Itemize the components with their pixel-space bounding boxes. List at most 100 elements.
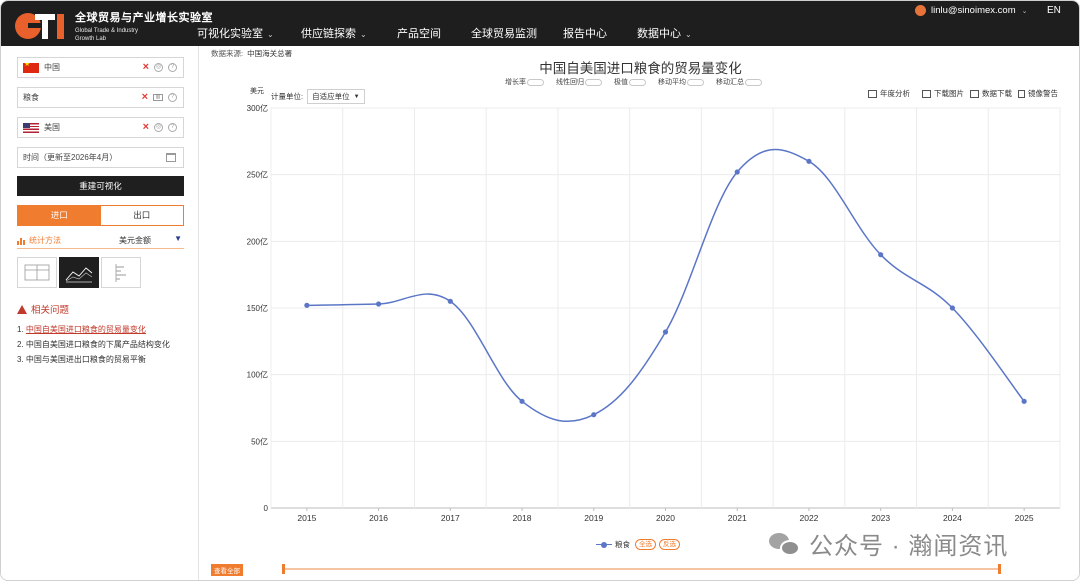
export-tab[interactable]: 出口 bbox=[100, 206, 183, 225]
language-switch[interactable]: EN bbox=[1047, 5, 1061, 16]
related-questions: 相关问题 1. 中国自美国进口粮食的贸易量变化 2. 中国自美国进口粮食的下属产… bbox=[17, 302, 197, 367]
data-point bbox=[806, 158, 812, 164]
x-tick-label: 2021 bbox=[728, 513, 747, 523]
chevron-down-icon: ⌄ bbox=[685, 30, 692, 39]
main-panel: 数据来源: 中国海关总署 中国自美国进口粮食的贸易量变化 增长率 线性回归 极值 … bbox=[200, 46, 1079, 580]
related-title: 相关问题 bbox=[31, 305, 70, 316]
watermark-text: 公众号 · 瀚闻资讯 bbox=[809, 533, 1009, 560]
x-tick-label: 2018 bbox=[513, 513, 532, 523]
help-icon[interactable]: ? bbox=[168, 93, 177, 102]
range-slider-end-handle[interactable] bbox=[998, 564, 1001, 574]
stat-method-label: 统计方法 bbox=[29, 236, 61, 245]
horizontal-bar-icon bbox=[115, 264, 126, 282]
product-code-icon[interactable]: ▥ bbox=[153, 94, 163, 101]
bar-chart-icon bbox=[17, 237, 26, 245]
nav-data-center[interactable]: 数据中心 ⌄ bbox=[637, 25, 692, 41]
data-point bbox=[447, 298, 453, 304]
y-tick-label: 50亿 bbox=[251, 436, 268, 446]
data-point bbox=[519, 398, 525, 404]
y-tick-label: 150亿 bbox=[247, 303, 268, 313]
user-menu[interactable]: linlu@sinoimex.com ⌄ bbox=[915, 5, 1028, 16]
nav-product-space[interactable]: 产品空间 bbox=[397, 25, 441, 41]
x-tick-label: 2022 bbox=[799, 513, 818, 523]
product-field[interactable]: 粮食 × ▥ ? bbox=[17, 87, 184, 108]
x-tick-label: 2020 bbox=[656, 513, 675, 523]
time-field[interactable]: 时间（更新至2026年4月） bbox=[17, 147, 184, 168]
warning-icon bbox=[17, 304, 27, 314]
nav-supply-chain[interactable]: 供应链探索 ⌄ bbox=[301, 25, 367, 41]
line-chart: 0 50亿 100亿 150亿 200亿 250亿 300亿 2015 2016 2017 2018… bbox=[247, 103, 1061, 523]
logo-chinese-name: 全球贸易与产业增长实验室 bbox=[75, 11, 213, 24]
x-tick-label: 2024 bbox=[943, 513, 962, 523]
calendar-icon[interactable] bbox=[166, 153, 176, 162]
legend-select-all-button[interactable]: 全选 bbox=[635, 539, 656, 550]
x-tick-label: 2023 bbox=[871, 513, 890, 523]
x-tick-label: 2025 bbox=[1015, 513, 1034, 523]
stat-method-value: 美元金额 bbox=[119, 236, 151, 245]
user-avatar-icon bbox=[915, 5, 926, 16]
watermark: 公众号 · 瀚闻资讯 bbox=[769, 526, 1008, 561]
stat-method-select[interactable]: 统计方法 美元金额 ▼ bbox=[17, 233, 184, 249]
chevron-down-icon: ⌄ bbox=[1021, 7, 1028, 15]
logo-english-line2: Growth Lab bbox=[75, 36, 107, 42]
nav-report-center[interactable]: 报告中心 bbox=[563, 25, 607, 41]
chart-legend: 粮食 全选 反选 bbox=[596, 539, 680, 550]
wechat-icon bbox=[769, 531, 801, 557]
nav-global-trade-monitor[interactable]: 全球贸易监测 bbox=[471, 25, 537, 41]
partner-value: 美国 bbox=[44, 123, 60, 132]
logo[interactable]: 全球贸易与产业增长实验室 Global Trade & Industry Gro… bbox=[13, 9, 213, 43]
data-point bbox=[662, 329, 669, 335]
caret-down-icon: ▼ bbox=[174, 234, 182, 243]
data-point bbox=[734, 169, 740, 175]
product-value: 粮食 bbox=[23, 93, 39, 102]
data-point bbox=[591, 412, 597, 418]
view-all-button[interactable]: 查看全部 bbox=[211, 564, 243, 576]
y-tick-label: 300亿 bbox=[247, 103, 268, 113]
clear-icon[interactable]: × bbox=[143, 62, 149, 73]
y-tick-label: 200亿 bbox=[247, 236, 268, 246]
data-point bbox=[375, 301, 382, 307]
app-window: 全球贸易与产业增长实验室 Global Trade & Industry Gro… bbox=[0, 0, 1080, 581]
range-slider-start-handle[interactable] bbox=[282, 564, 285, 574]
help-icon[interactable]: ? bbox=[168, 123, 177, 132]
y-tick-label: 250亿 bbox=[247, 170, 268, 180]
clear-icon[interactable]: × bbox=[143, 122, 149, 133]
clear-icon[interactable]: × bbox=[142, 92, 148, 103]
logo-mark-icon bbox=[15, 13, 64, 39]
chevron-down-icon: ⌄ bbox=[267, 30, 274, 39]
range-slider[interactable] bbox=[282, 564, 1001, 574]
related-question-1[interactable]: 1. 中国自美国进口粮食的贸易量变化 bbox=[17, 322, 197, 337]
data-point bbox=[304, 302, 310, 308]
user-email: linlu@sinoimex.com bbox=[931, 5, 1016, 16]
line-chart-icon bbox=[65, 267, 93, 283]
chevron-down-icon: ⌄ bbox=[360, 30, 367, 39]
data-point bbox=[878, 252, 884, 258]
x-tick-label: 2016 bbox=[369, 513, 388, 523]
help-icon[interactable]: ? bbox=[168, 63, 177, 72]
settings-icon[interactable]: ◎ bbox=[154, 63, 163, 72]
rebuild-visualization-button[interactable]: 重建可视化 bbox=[17, 176, 184, 196]
time-value: 时间（更新至2026年4月） bbox=[23, 153, 118, 162]
chart-type-line-button[interactable] bbox=[59, 257, 99, 288]
reporter-field[interactable]: 中国 × ◎ ? bbox=[17, 57, 184, 78]
data-point bbox=[1021, 398, 1027, 404]
partner-field[interactable]: 美国 × ◎ ? bbox=[17, 117, 184, 138]
related-question-3[interactable]: 3. 中国与美国进出口粮食的贸易平衡 bbox=[17, 352, 197, 367]
x-tick-label: 2015 bbox=[297, 513, 316, 523]
chart-type-table-button[interactable] bbox=[17, 257, 57, 288]
china-flag-icon bbox=[23, 62, 39, 73]
y-tick-label: 0 bbox=[264, 504, 269, 513]
reporter-value: 中国 bbox=[44, 63, 60, 72]
settings-icon[interactable]: ◎ bbox=[154, 123, 163, 132]
sidebar: 中国 × ◎ ? 粮食 × ▥ ? 美国 × ◎ ? 时间（更 bbox=[1, 46, 199, 580]
related-question-2[interactable]: 2. 中国自美国进口粮食的下属产品结构变化 bbox=[17, 337, 197, 352]
legend-invert-button[interactable]: 反选 bbox=[659, 539, 680, 550]
import-tab[interactable]: 进口 bbox=[18, 206, 101, 225]
flow-toggle: 进口 出口 bbox=[17, 205, 184, 226]
nav-visualization-lab[interactable]: 可视化实验室 ⌄ bbox=[197, 25, 274, 41]
usa-flag-icon bbox=[23, 122, 39, 133]
chart-type-bar-button[interactable] bbox=[101, 257, 141, 288]
x-tick-label: 2019 bbox=[584, 513, 603, 523]
legend-series-name[interactable]: 粮食 bbox=[615, 539, 630, 550]
logo-english-line1: Global Trade & Industry bbox=[75, 28, 139, 34]
